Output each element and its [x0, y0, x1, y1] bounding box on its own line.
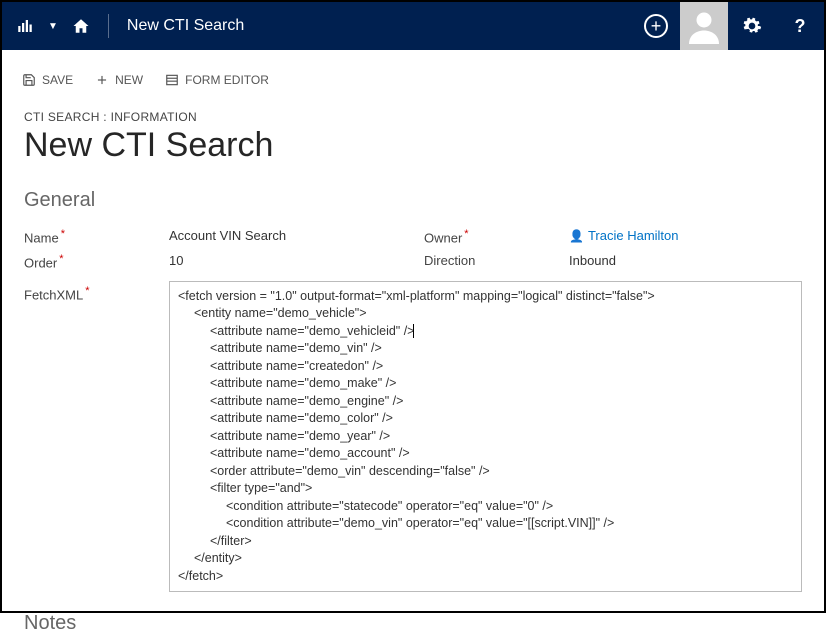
save-icon [22, 73, 36, 87]
xml-line: </entity> [178, 550, 793, 568]
user-avatar[interactable] [680, 2, 728, 50]
top-nav: ▼ New CTI Search + ? [2, 2, 824, 50]
xml-line: <condition attribute="demo_vin" operator… [178, 515, 793, 533]
new-button[interactable]: NEW [95, 73, 143, 87]
fetchxml-label: FetchXML [24, 281, 169, 593]
fetchxml-row: FetchXML <fetch version = "1.0" output-f… [24, 281, 802, 593]
person-icon: 👤 [569, 229, 584, 243]
form-editor-icon [165, 73, 179, 87]
owner-label: Owner [424, 224, 569, 249]
name-value[interactable]: Account VIN Search [169, 224, 424, 249]
help-button[interactable]: ? [776, 2, 824, 50]
record-heading: New CTI Search [24, 126, 802, 165]
chevron-down-icon[interactable]: ▼ [48, 21, 58, 32]
section-notes: Notes [24, 612, 802, 635]
xml-line: <attribute name="demo_vin" /> [178, 340, 793, 358]
owner-link[interactable]: Tracie Hamilton [588, 228, 679, 243]
xml-line: <attribute name="createdon" /> [178, 358, 793, 376]
text-cursor [413, 324, 414, 338]
gear-icon [742, 16, 762, 36]
command-bar: SAVE NEW FORM EDITOR [2, 60, 824, 100]
order-label: Order [24, 249, 169, 274]
nav-divider [108, 14, 109, 38]
add-button[interactable]: + [632, 2, 680, 50]
xml-line: <attribute name="demo_vehicleid" /> [178, 323, 793, 341]
xml-line: <attribute name="demo_make" /> [178, 375, 793, 393]
xml-line: <filter type="and"> [178, 480, 793, 498]
top-nav-right: + ? [632, 2, 824, 50]
settings-button[interactable] [728, 2, 776, 50]
direction-label: Direction [424, 249, 569, 274]
form-row-1: Name Account VIN Search Owner 👤 Tracie Ha… [24, 224, 802, 249]
help-icon: ? [795, 16, 806, 37]
avatar-icon [686, 8, 722, 44]
page-title: New CTI Search [127, 17, 244, 35]
form-editor-button[interactable]: FORM EDITOR [165, 73, 269, 87]
plus-icon [95, 73, 109, 87]
new-label: NEW [115, 73, 143, 87]
xml-line: </fetch> [178, 569, 223, 583]
plus-circle-icon: + [644, 14, 668, 38]
xml-line: <order attribute="demo_vin" descending="… [178, 463, 793, 481]
xml-line: <attribute name="demo_engine" /> [178, 393, 793, 411]
xml-line: <attribute name="demo_account" /> [178, 445, 793, 463]
home-icon[interactable] [72, 17, 92, 35]
top-nav-left: ▼ New CTI Search [2, 14, 244, 38]
xml-line: <attribute name="demo_year" /> [178, 428, 793, 446]
section-general: General [24, 189, 802, 212]
save-label: SAVE [42, 73, 73, 87]
app-logo-icon[interactable] [16, 17, 34, 35]
order-value[interactable]: 10 [169, 249, 424, 274]
xml-line: <condition attribute="statecode" operato… [178, 498, 793, 516]
breadcrumb: CTI SEARCH : INFORMATION [24, 110, 802, 124]
main-content: CTI SEARCH : INFORMATION New CTI Search … [2, 100, 824, 635]
xml-line: <entity name="demo_vehicle"> [178, 305, 793, 323]
name-label: Name [24, 224, 169, 249]
xml-line: <attribute name="demo_color" /> [178, 410, 793, 428]
fetchxml-field[interactable]: <fetch version = "1.0" output-format="xm… [169, 281, 802, 593]
save-button[interactable]: SAVE [22, 73, 73, 87]
xml-line: <fetch version = "1.0" output-format="xm… [178, 289, 655, 303]
form-row-2: Order 10 Direction Inbound [24, 249, 802, 274]
form-editor-label: FORM EDITOR [185, 73, 269, 87]
owner-value[interactable]: 👤 Tracie Hamilton [569, 224, 802, 249]
xml-line: </filter> [178, 533, 793, 551]
direction-value[interactable]: Inbound [569, 249, 802, 274]
